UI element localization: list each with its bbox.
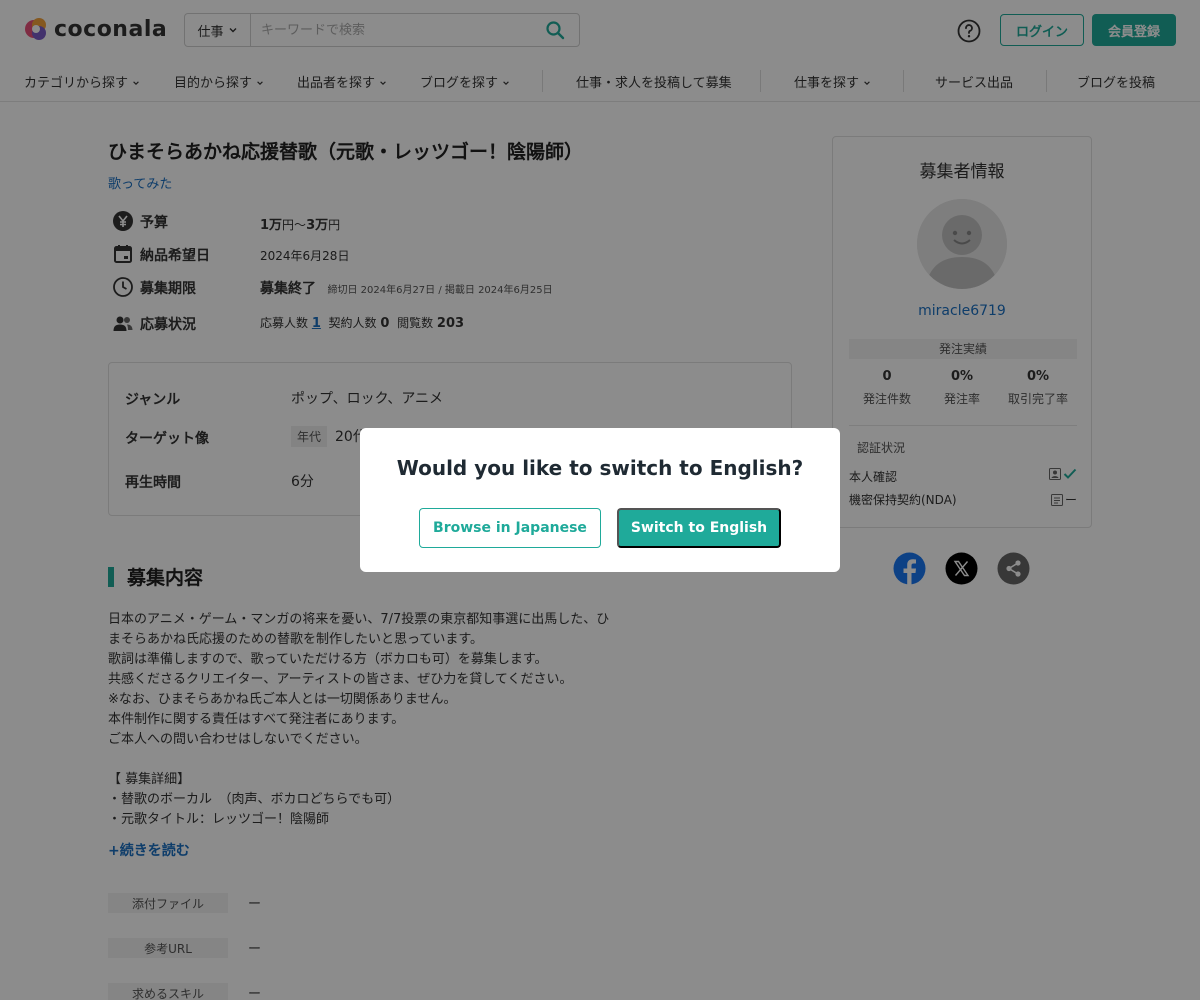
dialog-title: Would you like to switch to English? — [396, 456, 804, 480]
switch-to-english-button[interactable]: Switch to English — [617, 508, 781, 548]
language-switch-dialog: Would you like to switch to English? Bro… — [360, 428, 840, 572]
browse-in-japanese-button[interactable]: Browse in Japanese — [419, 508, 601, 548]
